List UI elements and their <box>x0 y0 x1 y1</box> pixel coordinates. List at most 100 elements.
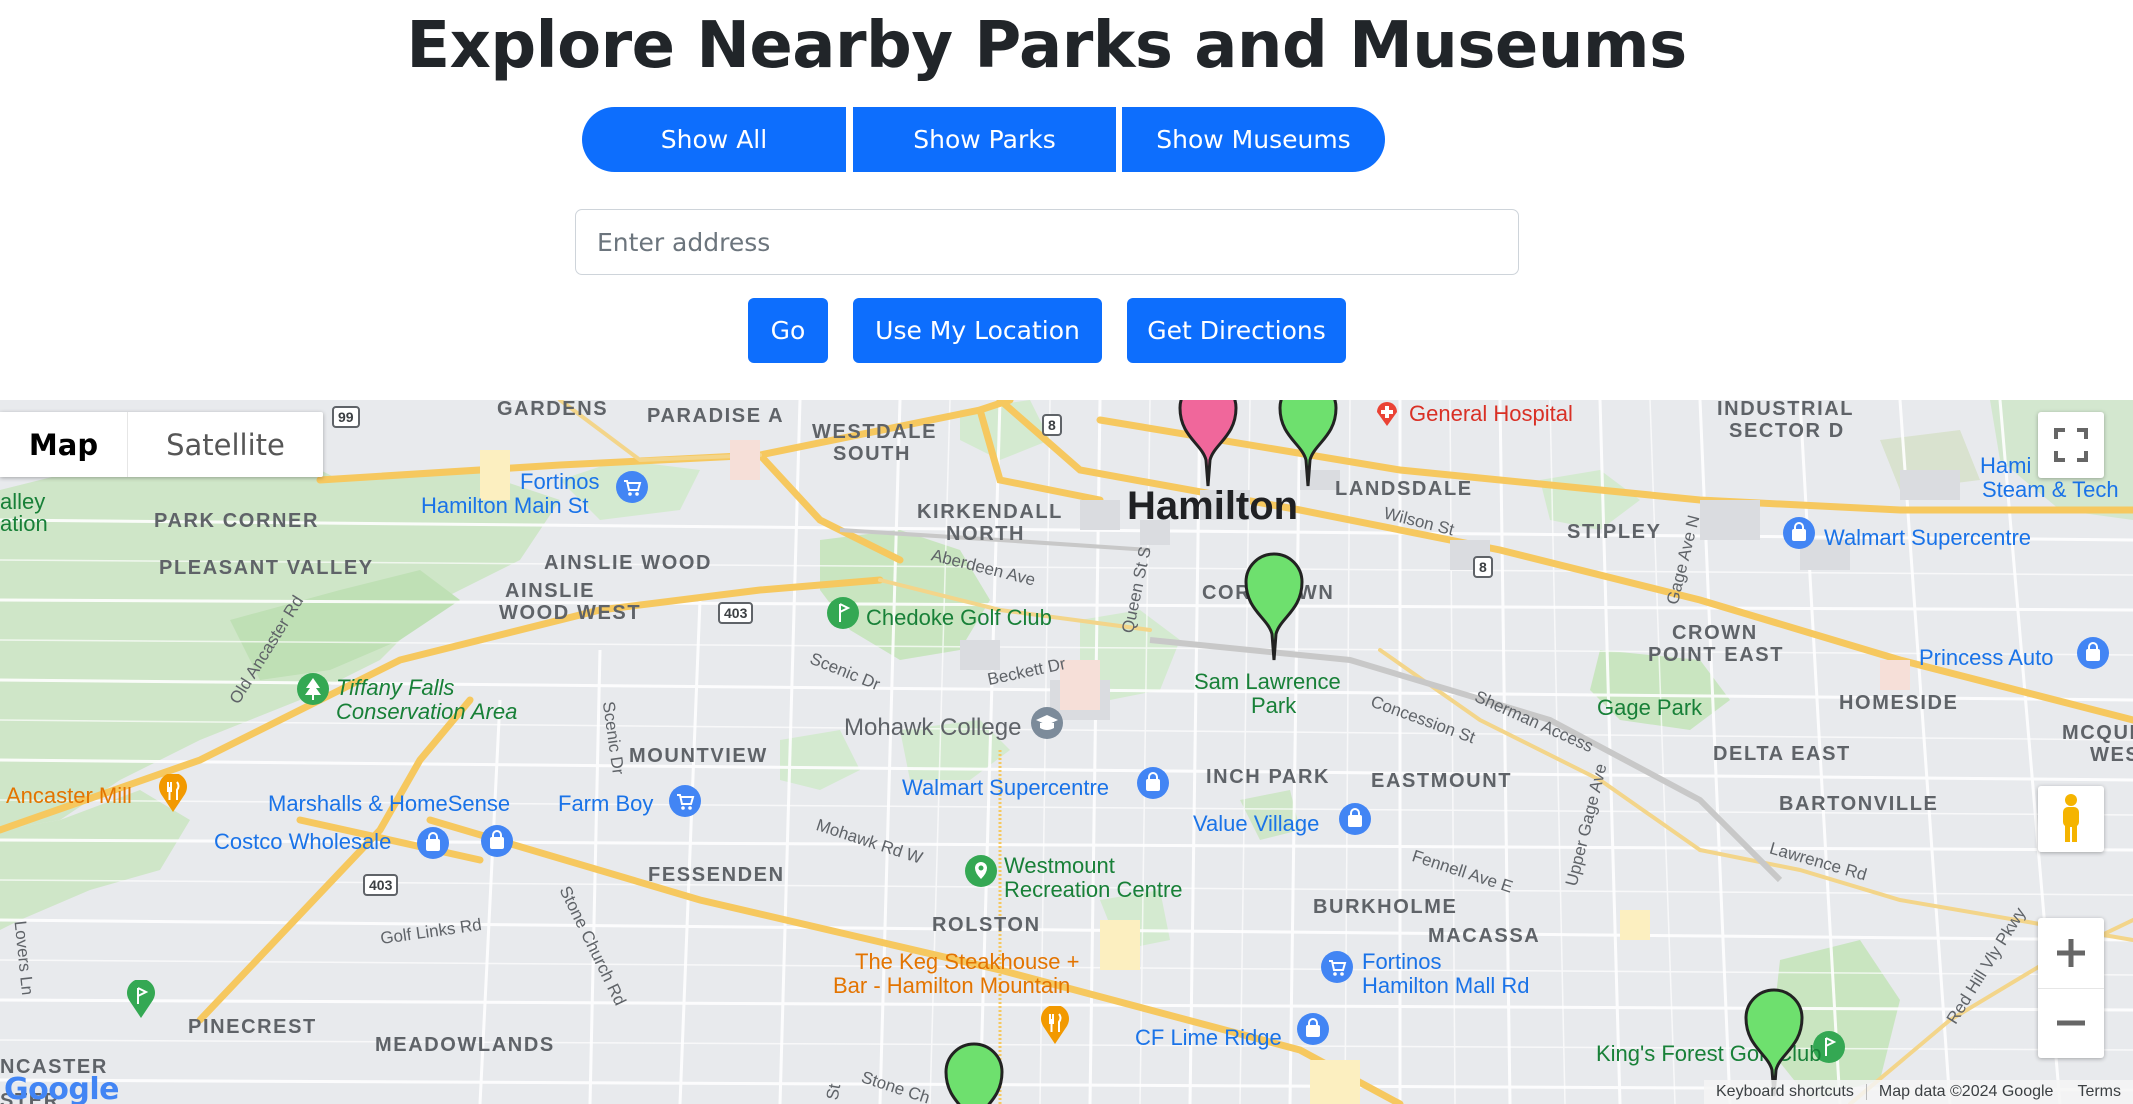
poi-label[interactable]: Conservation Area <box>336 700 517 724</box>
minus-icon <box>2057 1020 2085 1026</box>
neighbourhood-label: SOUTH <box>833 443 911 465</box>
get-directions-button[interactable]: Get Directions <box>1127 298 1346 363</box>
plus-icon <box>2057 938 2085 967</box>
highway-shield: 8 <box>1473 556 1493 578</box>
poi-label[interactable]: Value Village <box>1193 812 1319 836</box>
use-my-location-button[interactable]: Use My Location <box>853 298 1102 363</box>
map-pin-icon <box>965 855 997 887</box>
neighbourhood-label: PINECREST <box>188 1016 317 1038</box>
neighbourhood-label: BARTONVILLE <box>1779 793 1939 815</box>
poi-label[interactable]: Recreation Centre <box>1004 878 1183 902</box>
neighbourhood-label: WOOD WEST <box>499 602 642 624</box>
keyboard-shortcuts-link[interactable]: Keyboard shortcuts <box>1704 1083 1866 1101</box>
neighbourhood-label: WESTDALE <box>812 421 938 443</box>
park-marker[interactable] <box>942 1038 1006 1104</box>
zoom-control <box>2038 918 2104 1058</box>
zoom-out-button[interactable] <box>2038 989 2104 1059</box>
zoom-in-button[interactable] <box>2038 918 2104 989</box>
park-marker[interactable] <box>1242 548 1306 664</box>
street-label: St <box>822 1082 845 1102</box>
show-museums-button[interactable]: Show Museums <box>1122 107 1385 172</box>
poi-label[interactable]: CF Lime Ridge <box>1135 1026 1282 1050</box>
poi-label[interactable]: Gage Park <box>1597 696 1702 720</box>
shopping-cart-icon <box>1321 951 1353 983</box>
neighbourhood-label: MCQUE <box>2062 722 2133 744</box>
poi-label[interactable]: Tiffany Falls <box>336 676 454 700</box>
poi-label[interactable]: Chedoke Golf Club <box>866 606 1052 630</box>
highway-shield: 8 <box>1042 414 1062 436</box>
neighbourhood-label: LANDSDALE <box>1335 478 1473 500</box>
pegman-icon <box>2063 794 2079 842</box>
street-view-pegman[interactable] <box>2038 786 2104 852</box>
fullscreen-button[interactable] <box>2038 412 2104 478</box>
show-all-button[interactable]: Show All <box>582 107 846 172</box>
filter-button-group: Show All Show Parks Show Museums <box>582 107 1385 172</box>
highway-shield: 403 <box>718 602 754 624</box>
poi-label[interactable]: Walmart Supercentre <box>1824 526 2031 550</box>
terms-link[interactable]: Terms <box>2065 1083 2133 1101</box>
poi-label[interactable]: Steam & Tech <box>1982 478 2119 502</box>
shopping-bag-icon <box>417 827 449 859</box>
restaurant-icon <box>159 774 187 812</box>
poi-label[interactable]: Fortinos <box>1362 950 1441 974</box>
shopping-bag-icon <box>2077 637 2109 669</box>
map-type-control: Map Satellite <box>0 412 323 477</box>
poi-label[interactable]: Marshalls & HomeSense <box>268 792 510 816</box>
address-input[interactable] <box>575 209 1519 275</box>
golf-icon <box>127 980 155 1018</box>
neighbourhood-label: AINSLIE <box>505 580 596 602</box>
neighbourhood-label: MACASSA <box>1428 925 1541 947</box>
poi-label[interactable]: Ancaster Mill <box>6 784 132 808</box>
poi-label[interactable]: Bar - Hamilton Mountain <box>833 974 1070 998</box>
map-type-map-button[interactable]: Map <box>0 412 128 477</box>
shopping-bag-icon <box>481 825 513 857</box>
go-button[interactable]: Go <box>748 298 828 363</box>
school-icon <box>1031 707 1063 739</box>
poi-label[interactable]: Sam Lawrence <box>1194 670 1341 694</box>
neighbourhood-label: DELTA EAST <box>1713 743 1851 765</box>
neighbourhood-label: INDUSTRIAL <box>1717 400 1855 420</box>
poi-label[interactable]: Hami <box>1980 454 2031 478</box>
neighbourhood-label: NORTH <box>946 523 1026 545</box>
neighbourhood-label: FESSENDEN <box>648 864 785 886</box>
poi-label[interactable]: Park <box>1251 694 1296 718</box>
shopping-bag-icon <box>1297 1013 1329 1045</box>
poi-label[interactable]: General Hospital <box>1409 401 1573 427</box>
park-marker[interactable] <box>1276 400 1340 490</box>
neighbourhood-label: ROLSTON <box>932 914 1041 936</box>
poi-label[interactable]: Westmount <box>1004 854 1115 878</box>
neighbourhood-label: GARDENS <box>497 400 609 420</box>
neighbourhood-label: MOUNTVIEW <box>629 745 768 767</box>
poi-label[interactable]: Walmart Supercentre <box>902 776 1109 800</box>
restaurant-icon <box>1041 1006 1069 1044</box>
poi-label[interactable]: Hamilton Main St <box>421 494 589 518</box>
map-type-satellite-button[interactable]: Satellite <box>128 412 323 477</box>
poi-label[interactable]: Farm Boy <box>558 792 653 816</box>
neighbourhood-label: POINT EAST <box>1648 644 1785 666</box>
neighbourhood-label: PLEASANT VALLEY <box>159 557 374 579</box>
poi-label[interactable]: Costco Wholesale <box>214 830 391 854</box>
museum-marker[interactable] <box>1176 400 1240 490</box>
highway-shield: 99 <box>332 406 360 428</box>
poi-label[interactable]: Princess Auto <box>1919 646 2054 670</box>
neighbourhood-label: CROWN <box>1672 622 1758 644</box>
neighbourhood-label: HOMESIDE <box>1839 692 1959 714</box>
map-canvas[interactable]: GARDENS PARADISE A WESTDALE SOUTH INDUST… <box>0 400 2133 1104</box>
neighbourhood-label: PARADISE A <box>647 405 785 427</box>
neighbourhood-label: INCH PARK <box>1206 766 1331 788</box>
fullscreen-icon <box>2054 428 2088 462</box>
show-parks-button[interactable]: Show Parks <box>853 107 1116 172</box>
shopping-cart-icon <box>616 471 648 503</box>
neighbourhood-label: WES <box>2090 744 2133 766</box>
neighbourhood-label: STIPLEY <box>1567 521 1662 543</box>
poi-label[interactable]: The Keg Steakhouse + <box>855 950 1079 974</box>
neighbourhood-label: EASTMOUNT <box>1371 770 1513 792</box>
city-label: Hamilton <box>1127 484 1299 528</box>
shopping-bag-icon <box>1137 767 1169 799</box>
poi-label[interactable]: Fortinos <box>520 470 599 494</box>
poi-label[interactable]: Mohawk College <box>844 714 1021 742</box>
shopping-cart-icon <box>669 785 701 817</box>
highway-shield: 403 <box>363 874 399 896</box>
poi-label[interactable]: Hamilton Mall Rd <box>1362 974 1530 998</box>
page-title: Explore Nearby Parks and Museums <box>406 9 1687 83</box>
